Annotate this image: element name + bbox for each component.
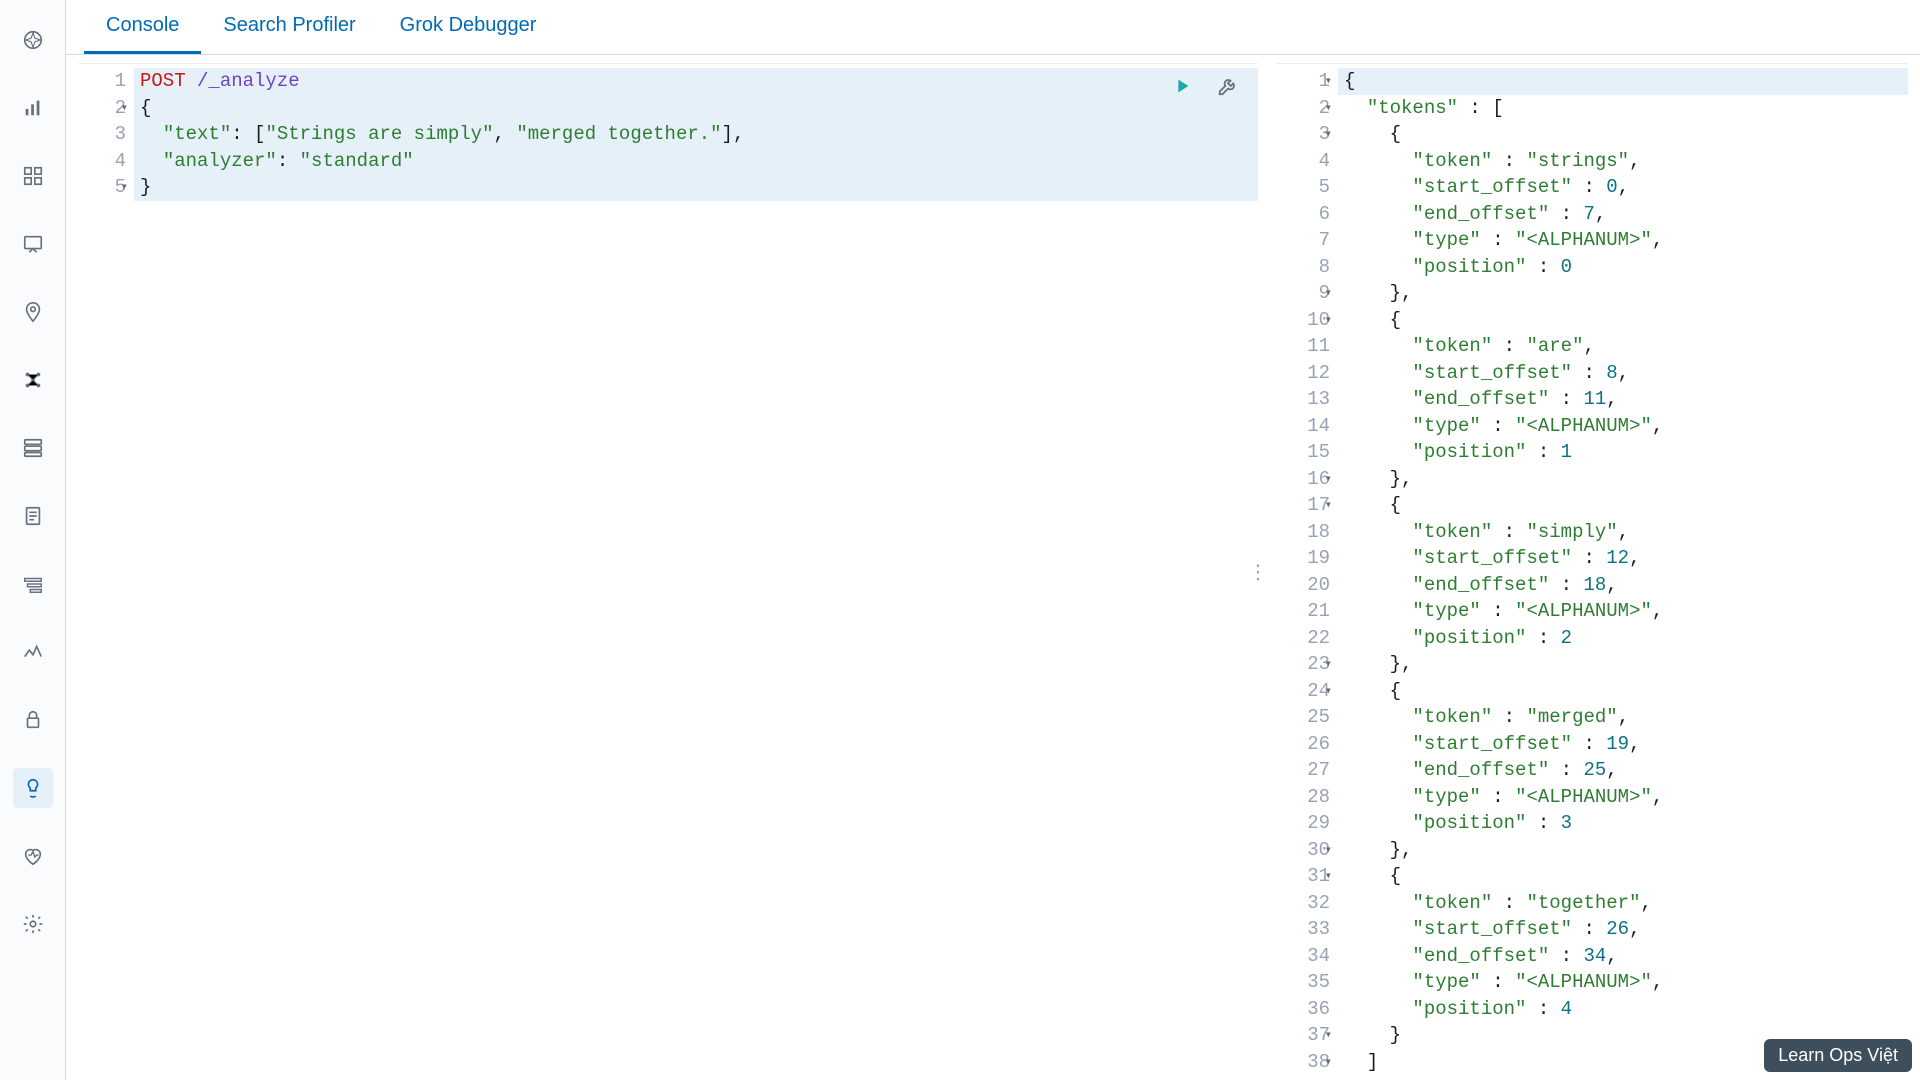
response-line: "tokens" : [ [1338,95,1908,122]
response-line: "position" : 0 [1338,254,1908,281]
response-line: "end_offset" : 7, [1338,201,1908,228]
apm-icon[interactable] [13,564,53,604]
sidebar [0,0,66,1080]
request-pane: 12▾345▾ POST /_analyze{ "text": ["String… [78,63,1258,1080]
infrastructure-icon[interactable] [13,428,53,468]
response-line: { [1338,307,1908,334]
watermark-badge: Learn Ops Việt [1764,1039,1912,1072]
tab-console[interactable]: Console [84,0,201,54]
response-line: "token" : "simply", [1338,519,1908,546]
response-line: { [1338,68,1908,95]
tab-grok-debugger[interactable]: Grok Debugger [378,0,559,54]
request-line[interactable]: "analyzer": "standard" [134,148,1258,175]
response-gutter: 1▾2▾3▾456789▾10▾111213141516▾17▾18192021… [1276,64,1338,1080]
response-line: "position" : 3 [1338,810,1908,837]
devtools-icon[interactable] [13,768,53,808]
management-icon[interactable] [13,904,53,944]
response-line: "token" : "strings", [1338,148,1908,175]
response-line: "position" : 1 [1338,439,1908,466]
response-line: "type" : "<ALPHANUM>", [1338,969,1908,996]
response-line: "token" : "are", [1338,333,1908,360]
response-line: { [1338,492,1908,519]
response-line: "type" : "<ALPHANUM>", [1338,227,1908,254]
response-line: { [1338,121,1908,148]
response-line: "end_offset" : 18, [1338,572,1908,599]
response-line: "token" : "merged", [1338,704,1908,731]
response-line: "type" : "<ALPHANUM>", [1338,413,1908,440]
dashboard-icon[interactable] [13,156,53,196]
response-line: "token" : "together", [1338,890,1908,917]
response-line: { [1338,863,1908,890]
response-line: "end_offset" : 25, [1338,757,1908,784]
security-icon[interactable] [13,700,53,740]
response-line: }, [1338,837,1908,864]
response-line: "start_offset" : 0, [1338,174,1908,201]
monitoring-icon[interactable] [13,836,53,876]
tab-search-profiler[interactable]: Search Profiler [201,0,377,54]
tabs: ConsoleSearch ProfilerGrok Debugger [66,0,1920,55]
request-line[interactable]: } [134,174,1258,201]
response-line: { [1338,678,1908,705]
response-line: }, [1338,280,1908,307]
request-line[interactable]: "text": ["Strings are simply", "merged t… [134,121,1258,148]
visualize-icon[interactable] [13,88,53,128]
uptime-icon[interactable] [13,632,53,672]
canvas-icon[interactable] [13,224,53,264]
response-line: "start_offset" : 8, [1338,360,1908,387]
response-line: "type" : "<ALPHANUM>", [1338,598,1908,625]
maps-icon[interactable] [13,292,53,332]
response-line: "position" : 4 [1338,996,1908,1023]
response-line: }, [1338,651,1908,678]
response-line: "end_offset" : 34, [1338,943,1908,970]
response-line: "start_offset" : 19, [1338,731,1908,758]
request-line[interactable]: { [134,95,1258,122]
request-editor[interactable]: POST /_analyze{ "text": ["Strings are si… [134,64,1258,1080]
send-request-button[interactable] [1168,72,1196,100]
response-line: "type" : "<ALPHANUM>", [1338,784,1908,811]
ml-icon[interactable] [13,360,53,400]
response-line: "position" : 2 [1338,625,1908,652]
response-line: }, [1338,466,1908,493]
response-pane: 1▾2▾3▾456789▾10▾111213141516▾17▾18192021… [1276,63,1908,1080]
discover-icon[interactable] [13,20,53,60]
logs-icon[interactable] [13,496,53,536]
request-line[interactable]: POST /_analyze [134,68,1258,95]
pane-resize-handle[interactable]: ⋮ [1248,560,1268,585]
response-line: "start_offset" : 26, [1338,916,1908,943]
wrench-button[interactable] [1214,72,1242,100]
response-viewer[interactable]: { "tokens" : [ { "token" : "strings", "s… [1338,64,1908,1080]
request-gutter: 12▾345▾ [78,64,134,1080]
response-line: "start_offset" : 12, [1338,545,1908,572]
response-line: "end_offset" : 11, [1338,386,1908,413]
